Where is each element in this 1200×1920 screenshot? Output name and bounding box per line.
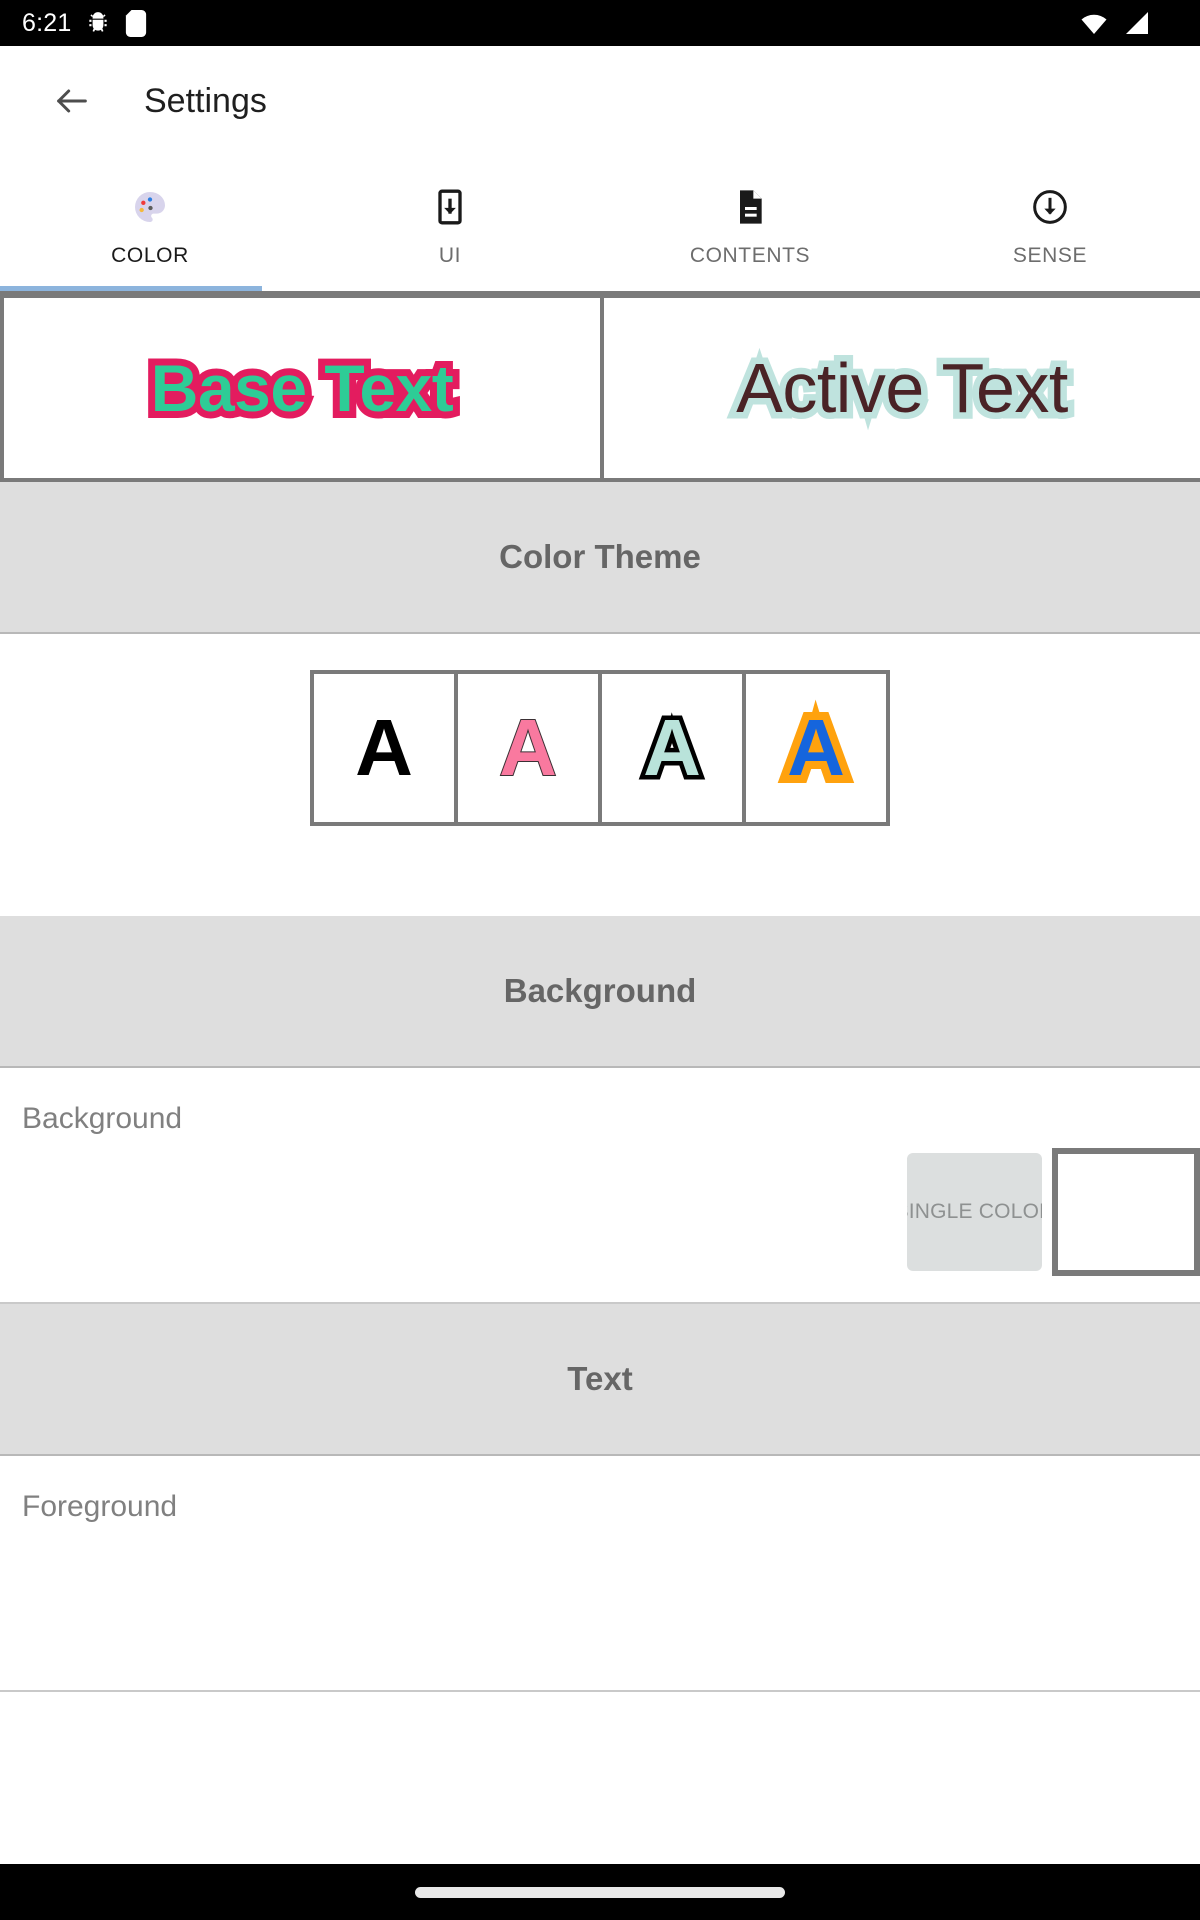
app-bar: Settings	[0, 46, 1200, 156]
phone-download-icon	[427, 184, 473, 230]
status-bar: 6:21	[0, 0, 1200, 46]
background-controls: SINGLE COLOR	[907, 1148, 1200, 1276]
theme-letter-mint: A	[639, 703, 706, 792]
color-theme-row-wrap: A A A A	[0, 634, 1200, 916]
tab-sense[interactable]: SENSE	[900, 170, 1200, 286]
status-bar-right	[1079, 11, 1178, 35]
section-header-background: Background	[0, 916, 1200, 1068]
back-button[interactable]	[44, 73, 100, 129]
active-text-preview[interactable]: Active Text	[604, 298, 1200, 478]
tab-contents[interactable]: CONTENTS	[600, 170, 900, 286]
tab-ui[interactable]: UI	[300, 170, 600, 286]
theme-option-pink[interactable]: A	[458, 674, 598, 822]
back-arrow-icon	[57, 89, 87, 113]
foreground-row-label: Foreground	[22, 1490, 178, 1523]
theme-option-black[interactable]: A	[314, 674, 454, 822]
section-title-background: Background	[503, 972, 697, 1009]
foreground-option-row[interactable]: Foreground	[0, 1456, 1200, 1692]
tab-indicator-track	[0, 286, 1200, 291]
tab-bar: COLOR UI CONTENTS SENSE	[0, 156, 1200, 291]
section-header-color-theme: Color Theme	[0, 482, 1200, 634]
theme-letter-pink: A	[498, 703, 558, 792]
tab-color[interactable]: COLOR	[0, 170, 300, 286]
tab-contents-label: CONTENTS	[689, 244, 811, 267]
theme-letter-black: A	[355, 703, 413, 792]
android-bug-icon	[85, 10, 111, 36]
theme-letter-blue-orange: A	[779, 700, 853, 796]
background-row-label: Background	[22, 1102, 183, 1135]
wifi-icon	[1079, 11, 1109, 35]
background-option-row[interactable]: Background SINGLE COLOR	[0, 1068, 1200, 1304]
system-navigation-bar	[0, 1864, 1200, 1920]
tab-indicator	[0, 286, 262, 291]
section-header-text: Text	[0, 1304, 1200, 1456]
tab-sense-label: SENSE	[1012, 244, 1088, 267]
single-color-button[interactable]: SINGLE COLOR	[907, 1153, 1042, 1271]
base-text-preview[interactable]: Base Text	[4, 298, 600, 478]
document-icon	[727, 184, 773, 230]
status-bar-clock: 6:21	[22, 8, 72, 37]
tab-color-label: COLOR	[111, 244, 189, 267]
section-title-color-theme: Color Theme	[499, 538, 701, 575]
signal-icon	[1123, 11, 1150, 35]
tab-ui-label: UI	[438, 244, 462, 267]
active-text-sample: Active Text	[730, 343, 1075, 434]
text-preview-strip: Base Text Active Text	[0, 291, 1200, 482]
base-text-sample: Base Text	[144, 344, 461, 432]
palette-icon	[127, 184, 173, 230]
theme-option-mint[interactable]: A	[602, 674, 742, 822]
section-title-text: Text	[567, 1360, 633, 1397]
circle-down-arrow-icon	[1027, 184, 1073, 230]
theme-option-blue-orange[interactable]: A	[746, 674, 886, 822]
status-bar-left: 6:21	[22, 9, 147, 38]
app-screen: 6:21 Settings COLOR UI CONTENTS SENSE Ba…	[0, 0, 1200, 1920]
home-gesture-pill[interactable]	[415, 1886, 785, 1898]
single-color-button-label: SINGLE COLOR	[907, 1200, 1042, 1223]
sd-card-icon	[125, 9, 147, 37]
color-theme-options: A A A A	[310, 670, 890, 826]
background-color-swatch[interactable]	[1052, 1148, 1200, 1276]
page-title: Settings	[144, 81, 267, 120]
